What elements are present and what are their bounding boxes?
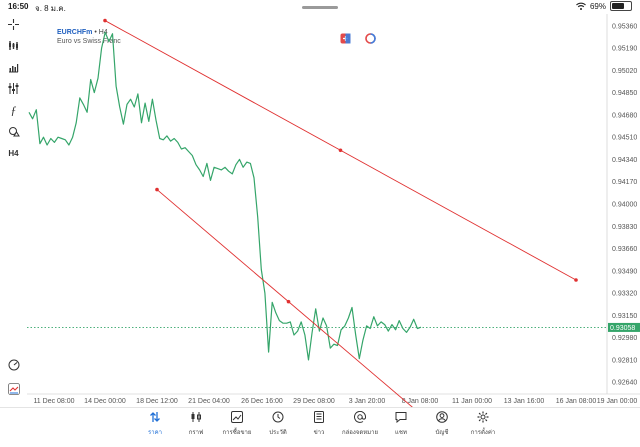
history-icon xyxy=(271,410,285,424)
price-tick-label: 0.92810 xyxy=(612,357,637,364)
price-tick-label: 0.94170 xyxy=(612,179,637,186)
status-right: 69% xyxy=(576,1,632,11)
price-tick-label: 0.94000 xyxy=(612,202,637,209)
nav-label: ประวัติ xyxy=(269,430,287,436)
adjust-sliders-icon[interactable] xyxy=(5,80,22,97)
nav-mailbox[interactable]: กล่องจดหมาย xyxy=(340,410,380,437)
chart-canvas[interactable]: 0.95360 0.95190 0.95020 0.94850 0.94680 0.945… xyxy=(27,14,640,407)
price-tick-label: 0.93150 xyxy=(612,313,637,320)
trendline-anchor xyxy=(574,278,578,282)
trendline-anchor xyxy=(338,148,343,153)
nav-label: การซื้อขาย xyxy=(222,430,252,436)
trendline-anchor xyxy=(103,18,107,23)
bottom-navigation: ราคา กราฟ การซื้อขาย ประวัติ ข่าว กล่องจ… xyxy=(0,407,640,447)
price-tick-label: 0.95190 xyxy=(612,46,637,53)
price-chart[interactable]: EURCHFm • H4 Euro vs Swiss Franc 0.95360… xyxy=(27,14,640,407)
price-tick-label: 0.93320 xyxy=(612,291,637,298)
date-tick-label: 26 Dec 16:00 xyxy=(241,398,283,405)
status-bar: 16:50 จ. 8 ม.ค. 69% xyxy=(0,0,640,14)
nav-label: ข่าว xyxy=(313,430,325,436)
wifi-icon xyxy=(576,2,586,10)
date-tick-label: 16 Jan 08:00 xyxy=(556,398,597,405)
quotes-icon xyxy=(148,410,162,424)
price-tick-label: 0.94850 xyxy=(612,90,637,97)
trendline-anchor xyxy=(286,299,291,304)
nav-chart[interactable]: กราฟ xyxy=(176,410,216,437)
shapes-icon[interactable] xyxy=(5,123,22,140)
nav-quotes[interactable]: ราคา xyxy=(135,410,175,437)
nav-label: การตั้งค่า xyxy=(470,430,496,436)
price-series-line xyxy=(28,31,422,361)
date-tick-label: 13 Jan 16:00 xyxy=(504,398,545,405)
date-tick-label: 3 Jan 20:00 xyxy=(349,398,386,405)
candles-icon xyxy=(189,410,203,424)
price-tick-label: 0.92980 xyxy=(612,335,637,342)
date-tick-label: 8 Jan 08:00 xyxy=(402,398,439,405)
battery-percent: 69% xyxy=(589,1,606,11)
nav-settings[interactable]: การตั้งค่า xyxy=(463,410,503,437)
settings-icon xyxy=(476,410,490,424)
trade-icon xyxy=(230,410,244,424)
crosshair-icon[interactable] xyxy=(5,16,22,33)
account-icon xyxy=(435,410,449,424)
mailbox-icon xyxy=(353,410,367,424)
date-tick-label: 14 Dec 00:00 xyxy=(84,398,126,405)
trendline-anchor xyxy=(155,187,159,192)
date-tick-label: 21 Dec 04:00 xyxy=(188,398,230,405)
price-tick-label: 0.93490 xyxy=(612,268,637,275)
timeframe-button[interactable]: H4 xyxy=(5,145,22,162)
price-tick-label: 0.95020 xyxy=(612,68,637,75)
date-tick-label: 29 Dec 08:00 xyxy=(293,398,335,405)
battery-icon xyxy=(610,1,632,11)
current-price-text: 0.93058 xyxy=(610,325,635,332)
price-tick-label: 0.93660 xyxy=(612,246,637,253)
price-tick-label: 0.94340 xyxy=(612,157,637,164)
left-toolbar: ƒ H4 xyxy=(0,14,27,407)
nav-history[interactable]: ประวัติ xyxy=(258,410,298,437)
news-icon xyxy=(312,410,326,424)
nav-trade[interactable]: การซื้อขาย xyxy=(217,410,257,437)
status-time: 16:50 xyxy=(8,2,29,11)
nav-news[interactable]: ข่าว xyxy=(299,410,339,437)
volume-bars-icon[interactable] xyxy=(5,59,22,76)
nav-account[interactable]: บัญชี xyxy=(422,410,462,437)
price-tick-label: 0.93830 xyxy=(612,224,637,231)
nav-chat[interactable]: แชท xyxy=(381,410,421,437)
price-tick-label: 0.94680 xyxy=(612,112,637,119)
nav-label: ราคา xyxy=(148,430,162,436)
date-tick-label: 19 Jan 00:00 xyxy=(597,398,638,405)
price-tick-label: 0.92640 xyxy=(612,380,637,387)
trendline xyxy=(156,189,413,407)
date-tick-label: 11 Dec 08:00 xyxy=(33,398,74,405)
speedometer-icon[interactable] xyxy=(5,356,22,373)
nav-label: แชท xyxy=(395,430,407,436)
nav-label: กล่องจดหมาย xyxy=(341,430,379,436)
date-tick-label: 11 Jan 00:00 xyxy=(452,398,492,405)
price-tick-label: 0.94510 xyxy=(612,135,637,142)
trading-app-icon[interactable] xyxy=(5,380,22,397)
date-tick-label: 18 Dec 12:00 xyxy=(136,398,178,405)
indicators-icon[interactable] xyxy=(5,37,22,54)
nav-label: บัญชี xyxy=(435,430,449,436)
function-icon[interactable]: ƒ xyxy=(5,102,22,119)
price-tick-label: 0.95360 xyxy=(612,23,637,30)
multitask-handle[interactable] xyxy=(302,6,338,9)
chat-icon xyxy=(394,410,408,424)
nav-label: กราฟ xyxy=(188,430,204,436)
